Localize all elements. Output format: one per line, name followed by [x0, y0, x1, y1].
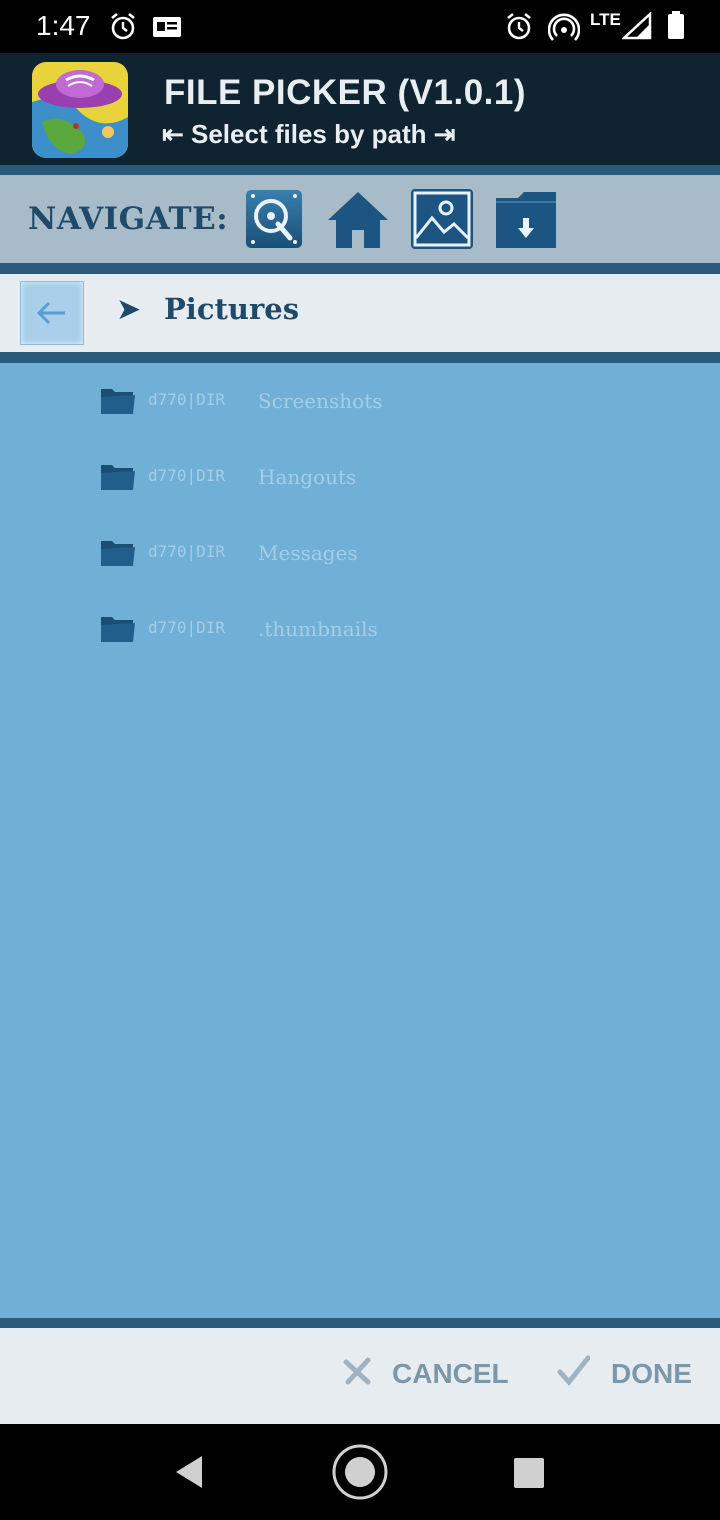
home-nav-icon[interactable]	[330, 1442, 390, 1502]
file-list: d770|DIR Screenshots d770|DIR Hangouts d…	[0, 363, 720, 1318]
folder-icon	[101, 541, 135, 566]
file-meta: d770|DIR	[148, 390, 226, 409]
divider	[0, 1318, 720, 1328]
system-nav-bar	[0, 1424, 720, 1520]
nav-home-button[interactable]	[326, 188, 388, 250]
divider	[0, 263, 720, 274]
recents-nav-icon[interactable]	[512, 1456, 546, 1490]
list-item[interactable]: d770|DIR Hangouts	[0, 439, 720, 515]
network-type: LTE	[590, 10, 621, 29]
app-header: FILE PICKER (V1.0.1) ⇤ Select files by p…	[0, 53, 720, 165]
cancel-label: CANCEL	[392, 1358, 509, 1389]
navigate-bar: NAVIGATE:	[0, 175, 720, 263]
file-meta: d770|DIR	[148, 618, 226, 637]
current-path: Pictures	[164, 292, 300, 326]
path-arrow-icon: ➤	[116, 293, 142, 326]
file-name: Messages	[258, 541, 358, 565]
file-name: Hangouts	[258, 465, 357, 489]
pictures-icon	[411, 189, 473, 249]
app-subtitle: ⇤ Select files by path ⇥	[162, 119, 456, 149]
path-bar: ➤ Pictures	[0, 274, 720, 352]
app-title: FILE PICKER (V1.0.1)	[164, 73, 527, 112]
file-meta: d770|DIR	[148, 466, 226, 485]
file-name: .thumbnails	[258, 617, 378, 641]
nav-downloads-button[interactable]	[494, 188, 556, 250]
divider	[0, 352, 720, 363]
downloads-icon	[496, 192, 556, 248]
list-item[interactable]: d770|DIR Screenshots	[0, 363, 720, 439]
signal-icon	[622, 12, 652, 40]
file-name: Screenshots	[258, 389, 383, 413]
folder-icon	[101, 465, 135, 490]
done-check-icon	[557, 1355, 590, 1386]
battery-icon	[668, 11, 684, 39]
back-arrow-icon	[36, 301, 65, 325]
cancel-button[interactable]: CANCEL	[336, 1328, 509, 1424]
done-button[interactable]: DONE	[552, 1328, 702, 1424]
nav-pictures-button[interactable]	[410, 188, 473, 250]
status-time: 1:47	[36, 10, 91, 41]
app-logo	[32, 62, 128, 158]
done-label: DONE	[611, 1358, 692, 1389]
home-icon	[328, 192, 388, 248]
back-button[interactable]	[20, 281, 84, 345]
list-item[interactable]: d770|DIR .thumbnails	[0, 591, 720, 667]
folder-icon	[101, 389, 135, 414]
action-bar: CANCEL DONE	[0, 1328, 720, 1424]
list-item[interactable]: d770|DIR Messages	[0, 515, 720, 591]
divider	[0, 165, 720, 175]
alarm-icon-right	[507, 12, 531, 40]
nav-storage-button[interactable]	[244, 188, 306, 250]
status-bar: 1:47 LTE	[0, 0, 720, 53]
navigate-label: NAVIGATE:	[28, 201, 229, 237]
cancel-x-icon	[343, 1357, 371, 1385]
alarm-icon	[111, 12, 135, 40]
storage-icon	[246, 190, 302, 248]
hotspot-icon	[548, 13, 580, 41]
file-meta: d770|DIR	[148, 542, 226, 561]
back-nav-icon[interactable]	[172, 1454, 206, 1490]
folder-icon	[101, 617, 135, 642]
gmail-card-icon	[153, 17, 181, 37]
